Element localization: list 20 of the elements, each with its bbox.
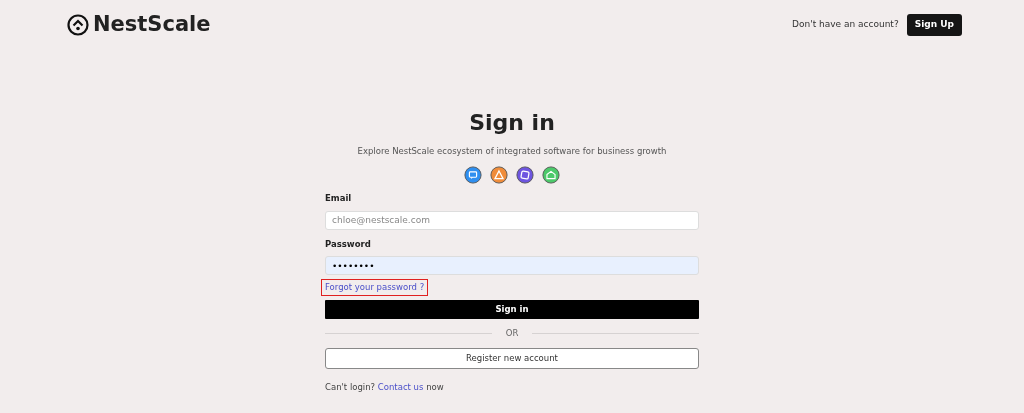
divider-text: OR (504, 327, 520, 340)
sign-in-button[interactable]: Sign in (325, 300, 699, 319)
logo-icon (67, 14, 89, 36)
register-button[interactable]: Register new account (325, 347, 699, 369)
password-label: Password (325, 237, 372, 251)
contact-link[interactable]: Contact us (377, 381, 424, 392)
app-icon[interactable] (542, 165, 560, 184)
brand-name: NestScale (93, 11, 211, 39)
email-field[interactable]: chloe@nestscale.com (325, 210, 699, 230)
email-label: Email (325, 191, 353, 205)
signup-prompt: Don't have an account? (792, 18, 899, 32)
help-text: Can't login? Contact us now (325, 380, 445, 394)
sign-up-button[interactable]: Sign Up (906, 14, 962, 36)
subtitle: Explore NestScale ecosystem of integrated software for business growth (356, 145, 668, 158)
app-icon[interactable] (464, 165, 482, 184)
app-icon[interactable] (516, 165, 534, 184)
app-icon[interactable] (490, 165, 508, 184)
page-title: Sign in (468, 109, 556, 137)
password-field[interactable]: •••••••• (325, 256, 699, 276)
forgot-password-link[interactable]: Forgot your password ? (321, 279, 429, 296)
